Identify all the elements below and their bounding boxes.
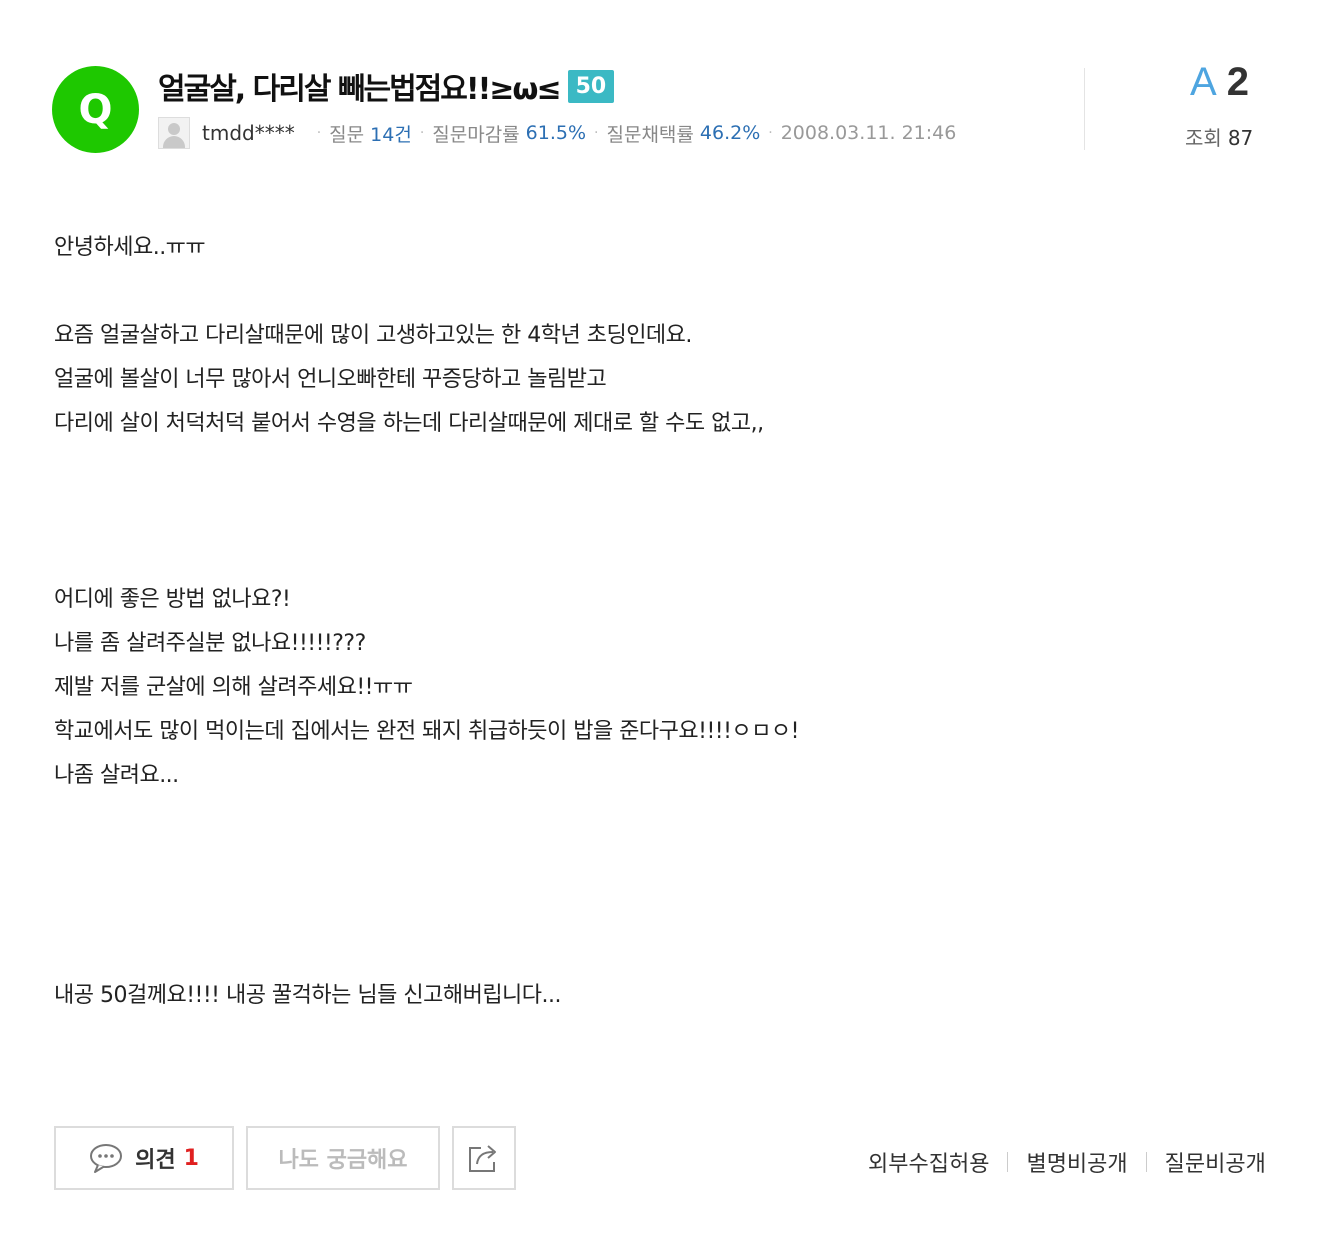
body-line xyxy=(54,534,1054,578)
body-line xyxy=(54,490,1054,534)
avatar-body-icon xyxy=(163,136,185,148)
body-line: 어디에 좋은 방법 없나요?! xyxy=(54,587,291,612)
question-private: 질문비공개 xyxy=(1164,1152,1266,1177)
body-line: 학교에서도 많이 먹이는데 집에서는 완전 돼지 취급하듯이 밥을 준다구요!!… xyxy=(54,719,799,744)
body-line: 안녕하세요..ㅠㅠ xyxy=(54,235,206,260)
avatar[interactable] xyxy=(158,117,190,149)
questions-value[interactable]: 14건 xyxy=(370,120,412,147)
body-line xyxy=(54,842,1054,886)
body-line: 나좀 살려요... xyxy=(54,763,179,788)
separator-dot: · xyxy=(594,125,599,141)
author-name[interactable]: tmdd**** xyxy=(202,121,295,145)
separator-dot: · xyxy=(768,125,773,141)
settings-separator xyxy=(1007,1152,1009,1172)
views-label: 조회 xyxy=(1185,126,1222,150)
adopt-rate-value: 46.2% xyxy=(699,122,761,144)
question-body: 안녕하세요..ㅠㅠ 요즘 얼굴살하고 다리살때문에 많이 고생하고있는 한 4학… xyxy=(54,226,1054,1018)
answer-letter-icon: A xyxy=(1190,60,1217,104)
points-badge: 50 xyxy=(567,69,615,103)
header-divider xyxy=(1084,68,1085,150)
question-badge-letter: Q xyxy=(78,86,113,133)
separator-dot: · xyxy=(419,125,425,141)
body-line xyxy=(54,886,1054,930)
close-rate-value: 61.5% xyxy=(525,122,587,144)
question-settings: 외부수집허용 별명비공개 질문비공개 xyxy=(868,1146,1266,1178)
body-line: 나를 좀 살려주실분 없나요!!!!!??? xyxy=(54,631,366,656)
me-too-curious-button[interactable]: 나도 궁금해요 xyxy=(246,1126,440,1190)
external-collection-allowed: 외부수집허용 xyxy=(868,1152,990,1177)
speech-bubble-icon xyxy=(90,1144,123,1173)
avatar-head-icon xyxy=(168,123,180,135)
post-date: 2008.03.11. 21:46 xyxy=(780,122,957,144)
opinion-label: 의견 xyxy=(135,1148,176,1173)
share-icon xyxy=(469,1145,496,1172)
body-line: 요즘 얼굴살하고 다리살때문에 많이 고생하고있는 한 4학년 초딩인데요. xyxy=(54,323,692,348)
answer-count-value: 2 xyxy=(1226,60,1249,104)
me-too-curious-label: 나도 궁금해요 xyxy=(278,1148,408,1173)
body-line xyxy=(54,930,1054,974)
share-button[interactable] xyxy=(452,1126,516,1190)
opinion-count: 1 xyxy=(183,1145,199,1171)
close-rate-label: 질문마감률 xyxy=(432,123,520,146)
body-line: 얼굴에 볼살이 너무 많아서 언니오빠한테 꾸증당하고 놀림받고 xyxy=(54,367,607,392)
questions-label: 질문 xyxy=(329,123,365,146)
question-title: 얼굴살, 다리살 빼는법점요!!≥ω≤ xyxy=(158,72,562,107)
view-count: 조회 87 xyxy=(1185,122,1253,151)
views-value: 87 xyxy=(1227,126,1254,150)
opinion-button[interactable]: 의견 1 xyxy=(54,1126,234,1190)
body-line: 다리에 살이 처덕처덕 붙어서 수영을 하는데 다리살때문에 제대로 할 수도 … xyxy=(54,411,764,436)
adopt-rate-label: 질문채택률 xyxy=(606,123,694,146)
body-line: 제발 저를 군살에 의해 살려주세요!!ㅠㅠ xyxy=(54,675,413,700)
body-line xyxy=(54,798,1054,842)
question-badge: Q xyxy=(52,66,139,153)
answer-count[interactable]: A 2 xyxy=(1190,60,1249,105)
alias-private: 별명비공개 xyxy=(1026,1152,1128,1177)
separator-dot: · xyxy=(316,125,322,141)
body-line xyxy=(54,270,1054,314)
title-row: 얼굴살, 다리살 빼는법점요!!≥ω≤ 50 xyxy=(158,66,615,107)
body-line xyxy=(54,446,1054,490)
body-line: 내공 50걸께요!!!! 내공 꿀걱하는 님들 신고해버립니다... xyxy=(54,983,562,1008)
settings-separator xyxy=(1145,1152,1147,1172)
question-meta: tmdd**** · 질문 14건 · 질문마감률 61.5% · 질문채택률 … xyxy=(158,115,956,151)
